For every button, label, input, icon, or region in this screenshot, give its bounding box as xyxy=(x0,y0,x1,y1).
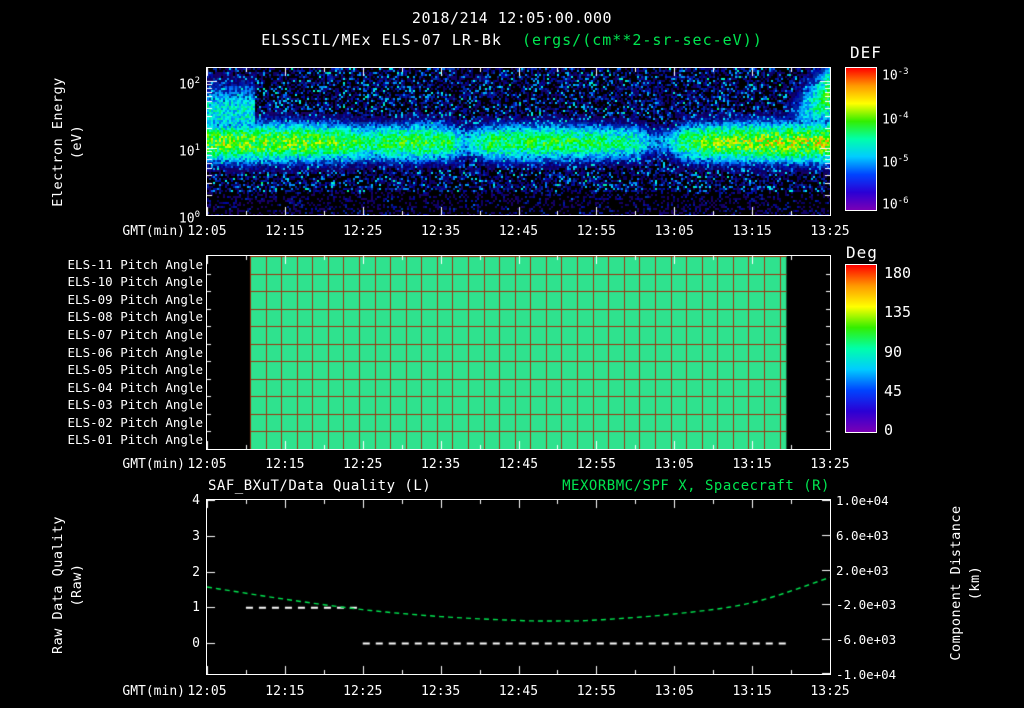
spectrogram-y-axis-label: Electron Energy (eV) xyxy=(49,32,87,252)
deg-colorbar-tick: 90 xyxy=(884,342,902,362)
bottom-left-y-axis-label-line2: (Raw) xyxy=(68,475,87,695)
bottom-right-series-title: MEXORBMC/SPF X, Spacecraft (R) xyxy=(562,478,830,494)
x-tick-label: 12:05 xyxy=(172,684,242,700)
x-tick-label: 12:05 xyxy=(172,457,242,473)
bottom-left-y-axis-label-line1: Raw Data Quality xyxy=(49,475,68,695)
pitch-row-label: ELS-10 Pitch Angle xyxy=(20,274,203,290)
x-tick-label: 12:45 xyxy=(484,684,554,700)
x-tick-label: 12:25 xyxy=(328,224,398,240)
def-colorbar-tick: 10-6 xyxy=(882,192,909,210)
spectrogram-y-tick: 100 xyxy=(140,206,200,224)
def-colorbar-tick: 10-4 xyxy=(882,107,909,125)
bottom-right-y-axis-label-line1: Component Distance xyxy=(947,473,966,693)
x-tick-label: 13:15 xyxy=(717,224,787,240)
bottom-right-y-tick: 1.0e+04 xyxy=(836,492,889,510)
deg-colorbar-tick: 0 xyxy=(884,420,893,440)
spectrogram-y-axis-label-line2: (eV) xyxy=(68,32,87,252)
pitch-row-label: ELS-03 Pitch Angle xyxy=(20,397,203,413)
timestamp-title: 2018/214 12:05:00.000 xyxy=(0,9,1024,27)
bottom-right-y-tick: -1.0e+04 xyxy=(836,666,896,684)
main-title-spacer xyxy=(502,31,522,49)
x-axis-row-1: GMT(min)12:0512:1512:2512:3512:4512:5513… xyxy=(0,224,1024,240)
x-tick-label: 12:55 xyxy=(561,684,631,700)
pitch-row-label: ELS-02 Pitch Angle xyxy=(20,415,203,431)
x-axis-row-3: GMT(min)12:0512:1512:2512:3512:4512:5513… xyxy=(0,684,1024,700)
x-tick-label: 13:25 xyxy=(795,684,865,700)
pitch-row-label: ELS-01 Pitch Angle xyxy=(20,432,203,448)
spectrogram-y-tick: 101 xyxy=(140,139,200,157)
x-tick-label: 12:45 xyxy=(484,457,554,473)
bottom-left-y-tick: 0 xyxy=(170,635,200,653)
pitch-row-label: ELS-07 Pitch Angle xyxy=(20,327,203,343)
x-axis-row-2: GMT(min)12:0512:1512:2512:3512:4512:5513… xyxy=(0,457,1024,473)
pitch-row-label: ELS-06 Pitch Angle xyxy=(20,345,203,361)
x-tick-label: 13:15 xyxy=(717,457,787,473)
bottom-left-series-title: SAF_BXuT/Data Quality (L) xyxy=(208,478,431,494)
x-tick-label: 13:05 xyxy=(639,457,709,473)
bottom-right-y-axis-label: Component Distance (km) xyxy=(947,473,985,693)
x-tick-label: 12:35 xyxy=(406,457,476,473)
electron-energy-spectrogram xyxy=(206,67,831,216)
x-tick-label: 12:35 xyxy=(406,224,476,240)
bottom-right-y-tick: 6.0e+03 xyxy=(836,527,889,545)
bottom-left-y-tick: 3 xyxy=(170,528,200,546)
x-tick-label: 13:25 xyxy=(795,224,865,240)
x-tick-label: 12:15 xyxy=(250,224,320,240)
def-colorbar-title: DEF xyxy=(850,43,882,62)
bottom-left-y-tick: 1 xyxy=(170,599,200,617)
science-plot-screen: 2018/214 12:05:00.000 ELSSCIL/MEx ELS-07… xyxy=(0,0,1024,708)
bottom-left-y-axis-label: Raw Data Quality (Raw) xyxy=(49,475,87,695)
x-tick-label: 12:45 xyxy=(484,224,554,240)
pitch-angle-panel xyxy=(206,255,831,450)
pitch-row-label: ELS-04 Pitch Angle xyxy=(20,380,203,396)
x-tick-label: 12:25 xyxy=(328,457,398,473)
spectrogram-y-tick: 102 xyxy=(140,72,200,90)
def-colorbar-tick: 10-5 xyxy=(882,150,909,168)
spectrogram-y-axis-label-line1: Electron Energy xyxy=(49,32,68,252)
deg-colorbar-tick: 180 xyxy=(884,263,911,283)
bottom-left-y-tick: 4 xyxy=(170,492,200,510)
main-title-text: ELSSCIL/MEx ELS-07 LR-Bk xyxy=(261,31,502,49)
x-tick-label: 12:55 xyxy=(561,457,631,473)
x-tick-label: 13:25 xyxy=(795,457,865,473)
deg-colorbar-title: Deg xyxy=(846,243,878,262)
data-quality-distance-plot xyxy=(206,499,831,675)
x-tick-label: 12:15 xyxy=(250,457,320,473)
main-title-units: (ergs/(cm**2-sr-sec-eV)) xyxy=(522,31,763,49)
deg-colorbar-tick: 135 xyxy=(884,302,911,322)
deg-colorbar xyxy=(845,264,877,433)
deg-colorbar-tick: 45 xyxy=(884,381,902,401)
bottom-right-y-axis-label-line2: (km) xyxy=(966,473,985,693)
x-tick-label: 12:25 xyxy=(328,684,398,700)
x-tick-label: 13:15 xyxy=(717,684,787,700)
x-tick-label: 12:15 xyxy=(250,684,320,700)
x-tick-label: 13:05 xyxy=(639,684,709,700)
x-tick-label: 13:05 xyxy=(639,224,709,240)
def-colorbar xyxy=(845,67,877,211)
bottom-right-y-tick: 2.0e+03 xyxy=(836,562,889,580)
x-tick-label: 12:05 xyxy=(172,224,242,240)
pitch-row-label: ELS-09 Pitch Angle xyxy=(20,292,203,308)
bottom-right-y-tick: -6.0e+03 xyxy=(836,631,896,649)
pitch-row-label: ELS-11 Pitch Angle xyxy=(20,257,203,273)
x-tick-label: 12:55 xyxy=(561,224,631,240)
def-colorbar-tick: 10-3 xyxy=(882,63,909,81)
bottom-right-y-tick: -2.0e+03 xyxy=(836,596,896,614)
pitch-row-label: ELS-08 Pitch Angle xyxy=(20,309,203,325)
x-tick-label: 12:35 xyxy=(406,684,476,700)
pitch-row-label: ELS-05 Pitch Angle xyxy=(20,362,203,378)
bottom-left-y-tick: 2 xyxy=(170,564,200,582)
